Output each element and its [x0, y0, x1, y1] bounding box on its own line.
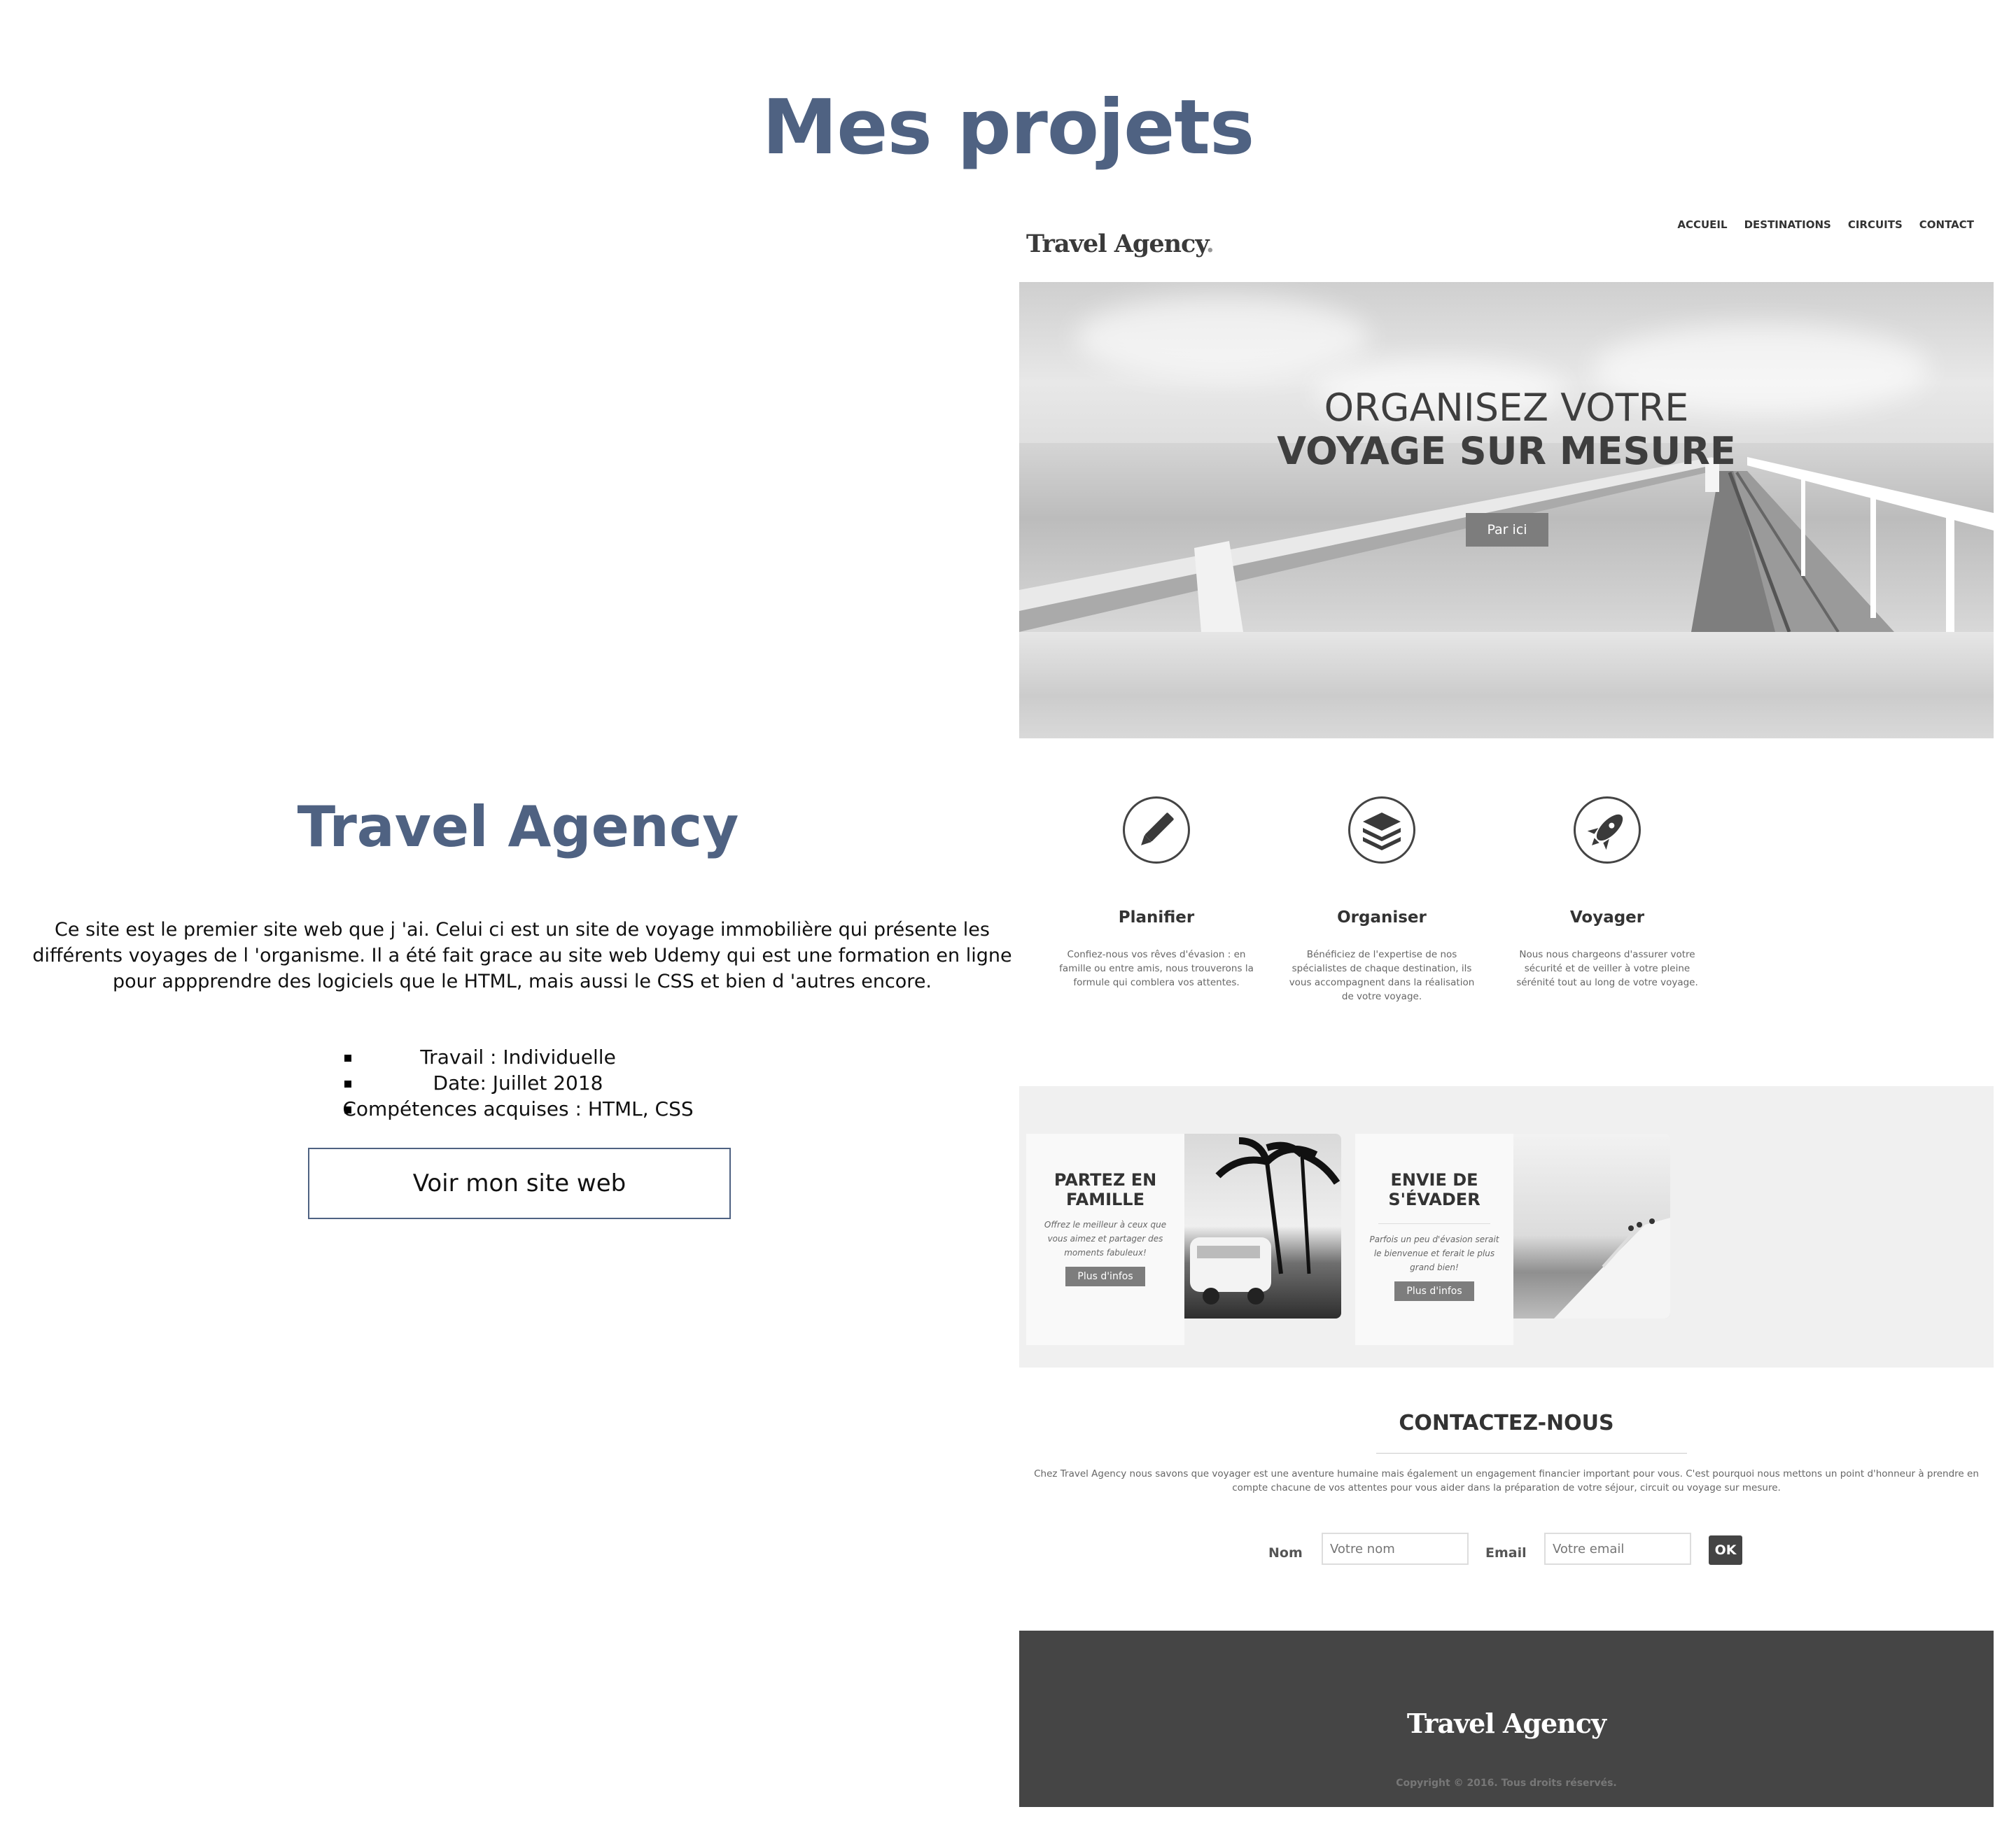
contact-description: Chez Travel Agency nous savons que voyag… [1034, 1468, 1979, 1493]
cards-section: PARTEZ EN FAMILLE Offrez le meilleur à c… [1019, 1086, 1994, 1368]
hero-title-line2: VOYAGE SUR MESURE [1277, 429, 1736, 473]
preview-nav: ACCUEIL DESTINATIONS CIRCUITS CONTACT [1677, 218, 1974, 231]
contact-title: CONTACTEZ-NOUS [1399, 1411, 1614, 1435]
card-title: ENVIE DE S'ÉVADER [1388, 1170, 1480, 1209]
feature-voyager: Voyager Nous nous chargeons d'assurer vo… [1502, 796, 1712, 990]
nav-item-destinations[interactable]: DESTINATIONS [1744, 218, 1831, 231]
website-preview: Travel Agency. ACCUEIL DESTINATIONS CIRC… [1019, 203, 1994, 1807]
feature-title: Planifier [1118, 908, 1195, 927]
card-more-button[interactable]: Plus d'infos [1065, 1267, 1145, 1286]
feature-text: Bénéficiez de l'expertise de nos spécial… [1289, 949, 1475, 1002]
meta-item-work: Travail : Individuelle [336, 1044, 700, 1070]
nav-item-circuits[interactable]: CIRCUITS [1848, 218, 1903, 231]
name-input[interactable] [1322, 1533, 1469, 1565]
card-title: PARTEZ EN FAMILLE [1054, 1170, 1157, 1209]
page-title: Mes projets [762, 84, 1255, 171]
card-family: PARTEZ EN FAMILLE Offrez le meilleur à c… [1026, 1134, 1184, 1345]
email-label: Email [1485, 1545, 1527, 1561]
preview-logo-dot: . [1205, 230, 1214, 258]
nav-item-accueil[interactable]: ACCUEIL [1677, 218, 1727, 231]
rocket-icon [1574, 796, 1641, 864]
contact-divider [1376, 1453, 1687, 1454]
hero-title-line1: ORGANISEZ VOTRE [1324, 386, 1689, 430]
feature-organiser: Organiser Bénéficiez de l'expertise de n… [1277, 796, 1487, 1004]
email-input[interactable] [1544, 1533, 1691, 1565]
hero-banner: ORGANISEZ VOTRE VOYAGE SUR MESURE Par ic… [1019, 282, 1994, 738]
card-text: Parfois un peu d'évasion serait le bienv… [1369, 1235, 1499, 1272]
card-escape: ENVIE DE S'ÉVADER Parfois un peu d'évasi… [1355, 1134, 1513, 1345]
preview-logo[interactable]: Travel Agency. [1026, 230, 1214, 258]
meta-item-date: Date: Juillet 2018 [336, 1070, 700, 1096]
card-text: Offrez le meilleur à ceux que vous aimez… [1044, 1220, 1167, 1258]
meta-item-skills: Compétences acquises : HTML, CSS [336, 1096, 700, 1122]
feature-text: Nous nous chargeons d'assurer votre sécu… [1516, 949, 1698, 988]
card-more-button[interactable]: Plus d'infos [1394, 1281, 1474, 1301]
visit-website-button[interactable]: Voir mon site web [308, 1148, 731, 1219]
hero-cta-button[interactable]: Par ici [1466, 513, 1548, 547]
card-photo-family [1183, 1134, 1341, 1319]
footer-copyright: Copyright © 2016. Tous droits réservés. [1396, 1778, 1617, 1789]
footer-logo: Travel Agency [1406, 1708, 1606, 1739]
pencil-icon [1123, 796, 1190, 864]
project-meta-list: Travail : Individuelle Date: Juillet 201… [336, 1044, 700, 1122]
submit-button[interactable]: OK [1709, 1535, 1742, 1565]
project-title: Travel Agency [297, 794, 739, 859]
layers-icon [1348, 796, 1415, 864]
feature-text: Confiez-nous vos rêves d'évasion : en fa… [1059, 949, 1254, 988]
feature-title: Organiser [1337, 908, 1427, 927]
feature-title: Voyager [1569, 908, 1645, 927]
project-description: Ce site est le premier site web que j 'a… [32, 919, 1012, 992]
preview-logo-text: Travel Agency [1026, 230, 1207, 258]
card-photo-escape [1512, 1134, 1670, 1319]
feature-planifier: Planifier Confiez-nous vos rêves d'évasi… [1051, 796, 1261, 990]
nav-item-contact[interactable]: CONTACT [1919, 218, 1974, 231]
name-label: Nom [1268, 1545, 1303, 1561]
